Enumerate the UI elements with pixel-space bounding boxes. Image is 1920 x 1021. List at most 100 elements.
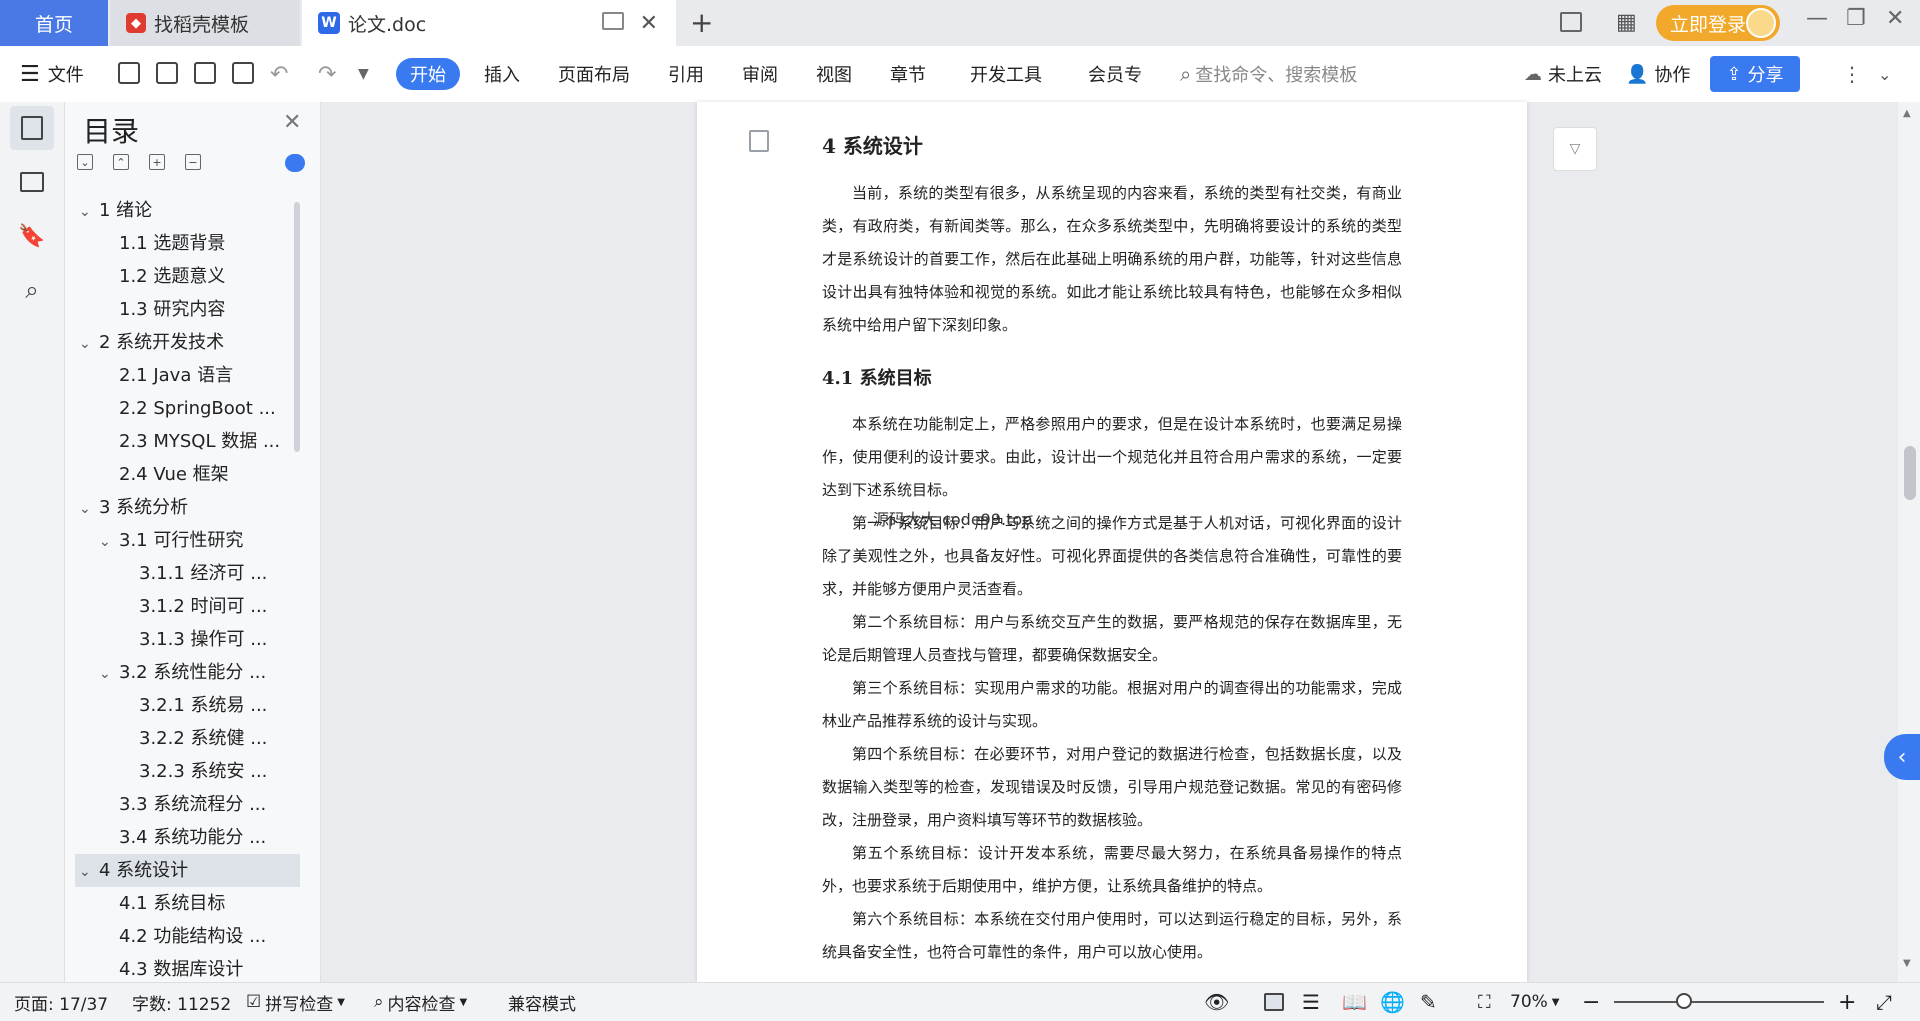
toc-item[interactable]: 2.3 MYSQL 数据 ... (75, 425, 300, 458)
reading-view-icon[interactable]: 📖 (1342, 983, 1367, 1021)
remove-heading-icon[interactable]: − (185, 154, 201, 170)
window-mode-icon[interactable] (602, 12, 624, 30)
tab-references[interactable]: 引用 (668, 46, 704, 102)
tab-page-layout[interactable]: 页面布局 (558, 46, 630, 102)
scroll-up-icon[interactable]: ▲ (1903, 108, 1911, 119)
chevron-down-icon[interactable]: ⌄ (79, 328, 99, 359)
toc-item[interactable]: 3.1.1 经济可 ... (75, 557, 300, 590)
navigation-icon[interactable] (10, 160, 54, 204)
tab-home[interactable]: 首页 (0, 0, 108, 46)
tab-templates[interactable]: ◆ 找稻壳模板 (110, 0, 300, 46)
toc-item[interactable]: 2.1 Java 语言 (75, 359, 300, 392)
save-icon[interactable] (118, 62, 140, 84)
window-close-icon[interactable]: ✕ (1886, 6, 1904, 31)
web-view-icon[interactable]: 🌐 (1380, 983, 1405, 1021)
eye-protection-icon[interactable]: 👁 (1204, 983, 1229, 1021)
toc-item[interactable]: ⌄ 3.2 系统性能分 ... (75, 656, 300, 689)
zoom-out-icon[interactable]: − (1582, 983, 1600, 1021)
collapse-ribbon-icon[interactable]: ⌄ (1878, 46, 1891, 102)
close-icon[interactable]: ✕ (640, 11, 658, 36)
minimize-icon[interactable]: — (1806, 6, 1828, 31)
tab-view[interactable]: 视图 (816, 46, 852, 102)
toc-item[interactable]: 3.2.1 系统易 ... (75, 689, 300, 722)
search-icon[interactable]: ⌕ (10, 268, 54, 312)
spellcheck-button[interactable]: ☑ 拼写检查 ▼ (246, 983, 345, 1021)
zoom-in-icon[interactable]: + (1838, 983, 1856, 1021)
login-button[interactable]: 立即登录 (1656, 5, 1780, 41)
toc-item[interactable]: 3.1.2 时间可 ... (75, 590, 300, 623)
vertical-scrollbar[interactable] (1898, 102, 1920, 982)
print-preview-icon[interactable] (232, 62, 254, 84)
toc-item[interactable]: 3.4 系统功能分 ... (75, 821, 300, 854)
tab-insert[interactable]: 插入 (484, 46, 520, 102)
toc-item[interactable]: 3.3 系统流程分 ... (75, 788, 300, 821)
toc-item[interactable]: 1.3 研究内容 (75, 293, 300, 326)
fit-page-icon[interactable]: ⛶ (1478, 983, 1491, 1021)
toc-item[interactable]: 2.4 Vue 框架 (75, 458, 300, 491)
toc-item[interactable]: 2.2 SpringBoot ... (75, 392, 300, 425)
chevron-down-icon[interactable]: ⌄ (99, 658, 119, 689)
chevron-down-icon[interactable]: ⌄ (99, 526, 119, 557)
tab-home-ribbon[interactable]: 开始 (396, 58, 460, 90)
toc-item[interactable]: 3.2.2 系统健 ... (75, 722, 300, 755)
command-search[interactable]: ⌕ 查找命令、搜索模板 (1180, 46, 1357, 102)
apps-grid-icon[interactable]: ▦ (1616, 10, 1637, 35)
toc-item[interactable]: 1.1 选题背景 (75, 227, 300, 260)
toc-item[interactable]: 3.2.3 系统安 ... (75, 755, 300, 788)
toc-scrollbar[interactable] (294, 202, 300, 452)
share-button[interactable]: ⇪ 分享 (1710, 56, 1800, 92)
file-menu[interactable]: ☰ 文件 (20, 46, 84, 102)
cloud-status[interactable]: ☁ 未上云 (1524, 46, 1602, 102)
zoom-level[interactable]: 70% ▼ (1510, 983, 1560, 1021)
more-icon[interactable]: ⋮ (1842, 46, 1862, 102)
filter-icon[interactable]: ▽ (1553, 127, 1597, 171)
chevron-down-icon[interactable]: ⌄ (79, 493, 99, 524)
page-indicator[interactable]: 页面: 17/37 (14, 983, 108, 1021)
scroll-thumb[interactable] (1904, 446, 1916, 500)
export-pdf-icon[interactable] (156, 62, 178, 84)
toc-item[interactable]: ⌄ 3.1 可行性研究 (75, 524, 300, 557)
zoom-slider[interactable] (1614, 1001, 1824, 1003)
print-icon[interactable] (194, 62, 216, 84)
toc-item[interactable]: ⌄ 4 系统设计 (75, 854, 300, 887)
close-icon[interactable]: ✕ (283, 110, 301, 135)
zoom-slider-handle[interactable] (1676, 993, 1692, 1009)
document-page[interactable]: 4 系统设计 当前，系统的类型有很多，从系统呈现的内容来看，系统的类型有社交类，… (697, 102, 1527, 982)
ai-assistant-icon[interactable] (285, 154, 305, 172)
tab-review[interactable]: 审阅 (742, 46, 778, 102)
toc-item[interactable]: 3.1.3 操作可 ... (75, 623, 300, 656)
page-layout-icon[interactable] (749, 130, 769, 152)
toc-item[interactable]: ⌄ 2 系统开发技术 (75, 326, 300, 359)
tab-chapter[interactable]: 章节 (890, 46, 926, 102)
chevron-down-icon[interactable]: ⌄ (79, 196, 99, 227)
collapse-all-icon[interactable]: ⌃ (113, 154, 129, 170)
word-count[interactable]: 字数: 11252 (132, 983, 231, 1021)
write-mode-icon[interactable]: ✎ (1420, 983, 1437, 1021)
undo-icon[interactable]: ↶ (270, 46, 288, 102)
bookmark-icon[interactable]: 🔖 (10, 214, 54, 258)
toc-item[interactable]: 4.1 系统目标 (75, 887, 300, 920)
toc-item[interactable]: ⌄ 3 系统分析 (75, 491, 300, 524)
reading-mode-icon[interactable] (1560, 12, 1582, 32)
new-tab-icon[interactable]: + (690, 6, 713, 39)
expand-all-icon[interactable]: ⌄ (77, 154, 93, 170)
fullscreen-icon[interactable]: ⤢ (1876, 983, 1892, 1021)
scroll-down-icon[interactable]: ▼ (1903, 958, 1911, 969)
redo-icon[interactable]: ↷ (318, 46, 336, 102)
chevron-right-icon[interactable]: › (1136, 46, 1142, 102)
chevron-down-icon[interactable]: ▼ (358, 46, 369, 102)
collaborate-button[interactable]: 👤 协作 (1626, 46, 1690, 102)
outline-view-icon[interactable]: ☰ (1302, 983, 1320, 1021)
add-heading-icon[interactable]: + (149, 154, 165, 170)
restore-icon[interactable]: ❐ (1846, 6, 1866, 31)
side-panel-toggle-icon[interactable]: ‹ (1884, 734, 1920, 780)
tab-document[interactable]: W 论文.doc ✕ (302, 0, 676, 46)
toc-item[interactable]: 4.2 功能结构设 ... (75, 920, 300, 953)
page-view-icon[interactable] (1264, 993, 1284, 1011)
toc-item[interactable]: 4.3 数据库设计 (75, 953, 300, 982)
tab-developer[interactable]: 开发工具 (970, 46, 1042, 102)
toc-item[interactable]: 1.2 选题意义 (75, 260, 300, 293)
toc-panel-icon[interactable] (10, 106, 54, 150)
chevron-down-icon[interactable]: ⌄ (79, 856, 99, 887)
toc-item[interactable]: ⌄ 1 绪论 (75, 194, 300, 227)
